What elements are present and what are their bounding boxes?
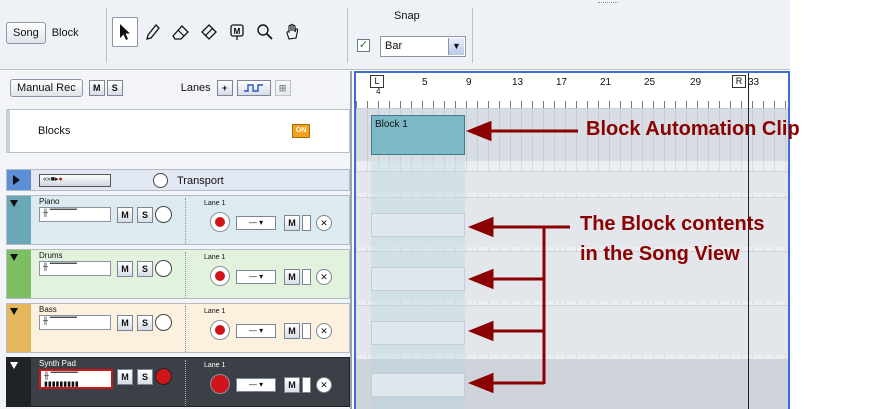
reason-sequencer-window: Song Block M Snap ✓ Bar ▼ Manual Rec M S… [0, 0, 870, 409]
callout-block-contents-line2: in the Song View [580, 243, 740, 265]
callout-block-contents-line1: The Block contents [580, 213, 765, 235]
callout-block-automation: Block Automation Clip [586, 118, 800, 140]
callout-arrows [465, 120, 578, 394]
